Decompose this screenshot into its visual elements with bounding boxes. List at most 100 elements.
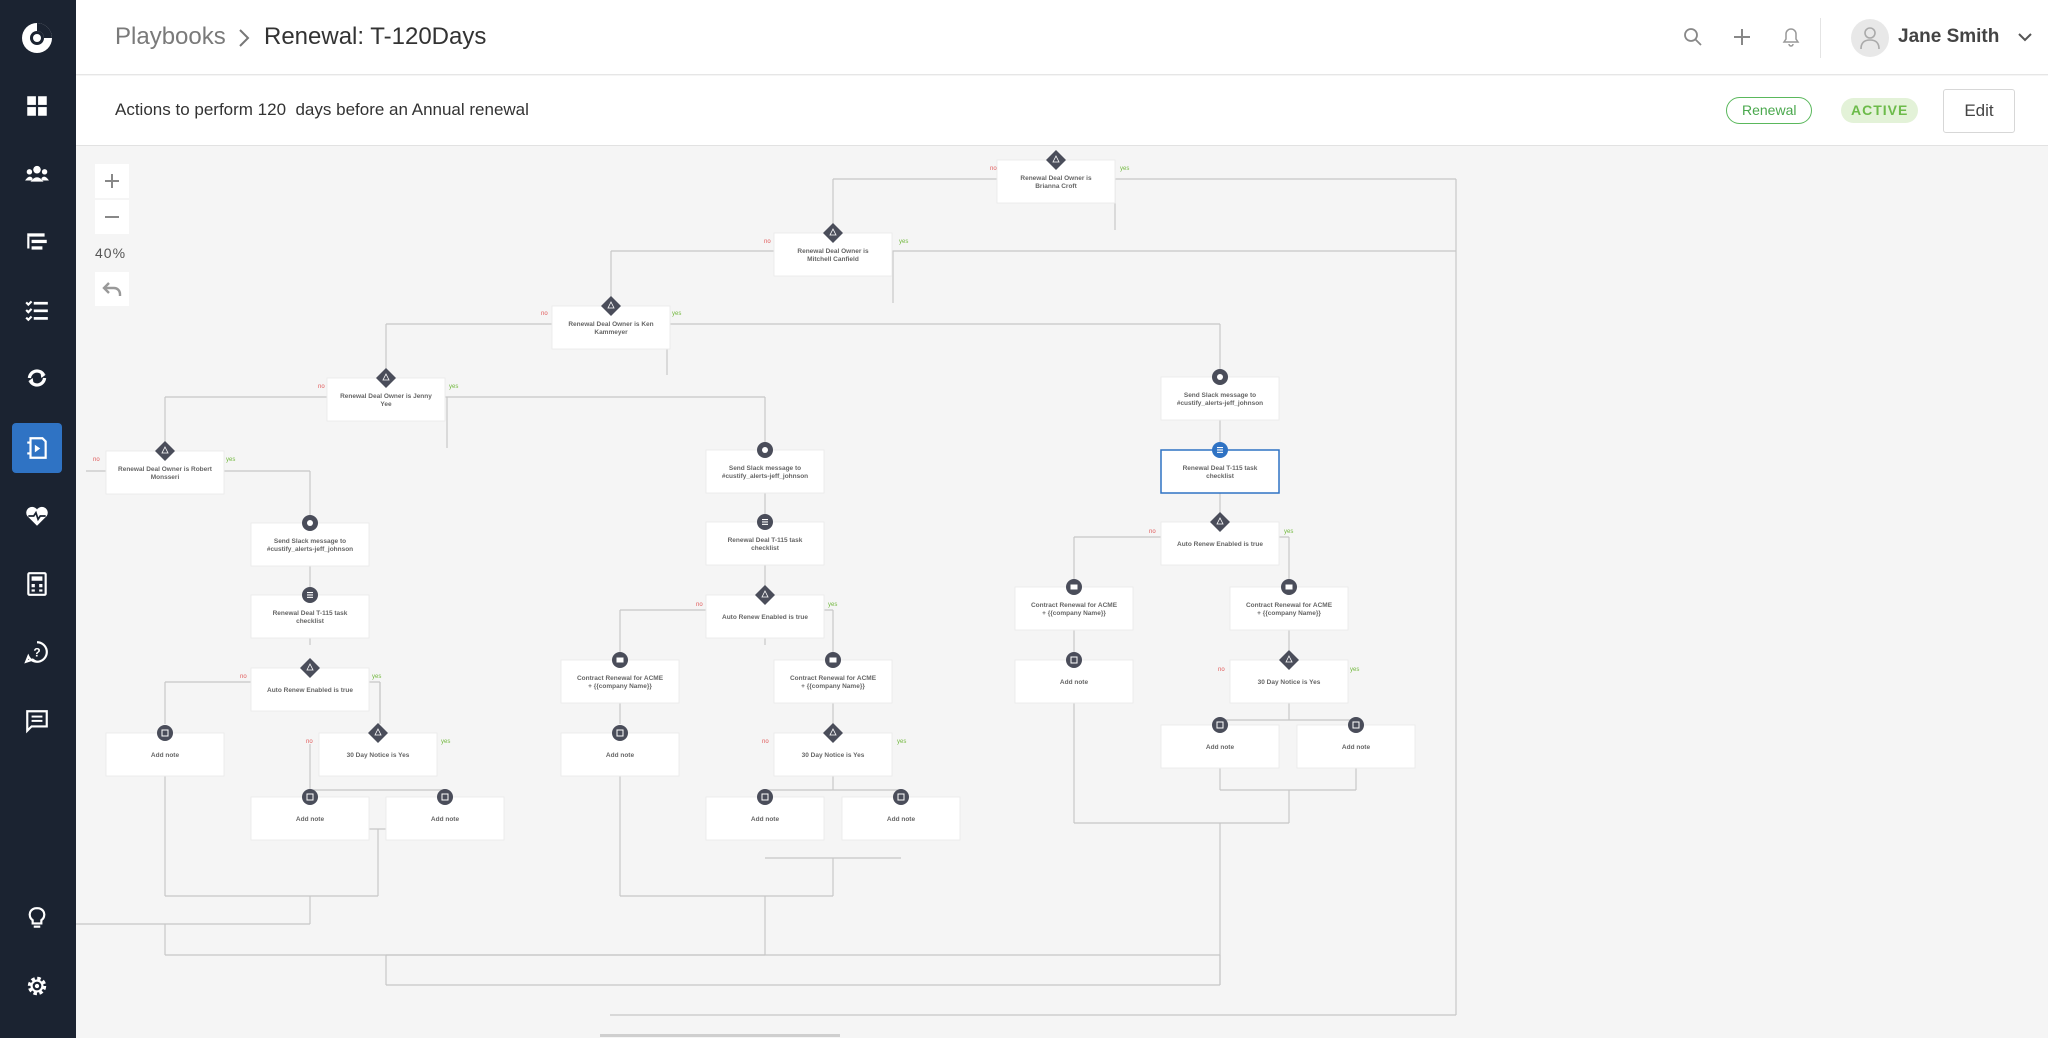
page-title: Renewal: T-120Days xyxy=(264,23,487,50)
sidebar-item-settings[interactable] xyxy=(12,961,62,1011)
flow-node[interactable]: Add note xyxy=(560,725,680,777)
notifications-button[interactable] xyxy=(1776,22,1806,52)
branch-no-label: no xyxy=(306,739,313,745)
zoom-out-button[interactable] xyxy=(95,200,129,234)
branch-no-label: no xyxy=(764,239,771,245)
undo-icon xyxy=(102,282,122,296)
flow-node[interactable]: Add note xyxy=(250,789,370,841)
reset-view-button[interactable] xyxy=(95,272,129,306)
node-label: Auto Renew Enabled is true xyxy=(1177,541,1263,548)
search-button[interactable] xyxy=(1678,22,1708,52)
flow-canvas[interactable]: Renewal Deal Owner is Brianna Croft Renewa… xyxy=(76,147,2048,1038)
plus-icon xyxy=(1734,29,1750,45)
note-icon xyxy=(757,789,773,805)
flow-node[interactable]: Add note xyxy=(705,789,825,841)
flow-node[interactable]: Send Slack message to#custify_alerts-jef… xyxy=(250,515,370,567)
sidebar-item-tips[interactable] xyxy=(12,893,62,943)
node-label: 30 Day Notice is Yes xyxy=(802,752,865,759)
node-label: Monsseri xyxy=(151,474,180,481)
sidebar-item-calculator[interactable] xyxy=(12,559,62,609)
sidebar-item-playbooks[interactable] xyxy=(12,423,62,473)
svg-text:?: ? xyxy=(33,645,40,659)
avatar[interactable] xyxy=(1851,19,1889,57)
note-icon xyxy=(1348,717,1364,733)
flow-node[interactable]: 30 Day Notice is Yes xyxy=(773,723,893,777)
node-label: #custify_alerts-jeff_johnson xyxy=(267,546,353,553)
flow-node[interactable]: Add note xyxy=(1160,717,1280,769)
node-label: 30 Day Notice is Yes xyxy=(1258,679,1321,686)
hash-glyph xyxy=(762,447,768,453)
flow-node[interactable]: Renewal Deal T-115 taskchecklist xyxy=(250,587,370,639)
chevron-down-icon[interactable] xyxy=(2016,28,2034,46)
flow-node[interactable]: Add note xyxy=(385,789,505,841)
node-label: checklist xyxy=(751,545,780,552)
node-label: Renewal Deal T-115 task xyxy=(273,610,348,617)
node-label: Renewal Deal Owner is Ken xyxy=(568,321,653,328)
sidebar-item-messages[interactable] xyxy=(12,696,62,746)
flow-node[interactable]: Add note xyxy=(1296,717,1416,769)
horizontal-scrollbar[interactable] xyxy=(600,1034,840,1037)
flow-node[interactable]: Contract Renewal for ACME+ {{company Nam… xyxy=(560,652,680,704)
note-icon xyxy=(1212,717,1228,733)
flow-node[interactable]: Auto Renew Enabled is true xyxy=(705,585,825,639)
flow-node[interactable]: Contract Renewal for ACME+ {{company Nam… xyxy=(1229,579,1349,631)
sidebar-item-people[interactable] xyxy=(12,149,62,199)
status-badge: ACTIVE xyxy=(1841,98,1919,123)
flow-node[interactable]: Contract Renewal for ACME+ {{company Nam… xyxy=(773,652,893,704)
node-label: Renewal Deal Owner is xyxy=(1020,175,1092,182)
branch-no-label: no xyxy=(762,739,769,745)
node-label: Add note xyxy=(751,816,780,823)
branch-yes-label: yes xyxy=(1120,166,1129,172)
flow-node[interactable]: Send Slack message to#custify_alerts-jef… xyxy=(705,442,825,494)
branch-no-label: no xyxy=(541,311,548,317)
envelope-glyph xyxy=(616,657,624,663)
flow-node[interactable]: Add note xyxy=(841,789,961,841)
flow-node[interactable]: Renewal Deal Owner isMitchell Canfield xyxy=(773,223,893,277)
node-label: 30 Day Notice is Yes xyxy=(347,752,410,759)
flow-node[interactable]: Renewal Deal Owner is KenKammeyer xyxy=(551,296,671,350)
plus-icon xyxy=(105,174,119,188)
flow-node[interactable]: Auto Renew Enabled is true xyxy=(1160,512,1280,566)
flow-node[interactable]: Renewal Deal Owner is RobertMonsseri xyxy=(105,441,225,495)
flow-node[interactable]: Contract Renewal for ACME+ {{company Nam… xyxy=(1014,579,1134,631)
sidebar-item-dashboard[interactable] xyxy=(12,81,62,131)
flow-node[interactable]: Renewal Deal Owner is JennyYee xyxy=(326,368,446,422)
flow-node[interactable]: Add note xyxy=(1014,652,1134,704)
playbook-description: Actions to perform 120 days before an An… xyxy=(115,100,529,119)
hash-glyph xyxy=(307,520,313,526)
sidebar-item-sync[interactable] xyxy=(12,353,62,403)
node-label: Auto Renew Enabled is true xyxy=(722,614,808,621)
add-button[interactable] xyxy=(1727,22,1757,52)
branch-yes-label: yes xyxy=(899,239,908,245)
calculator-icon xyxy=(27,572,47,596)
sidebar-item-tasks[interactable] xyxy=(12,285,62,335)
flow-node[interactable]: Renewal Deal T-115 taskchecklist xyxy=(705,514,825,566)
playbook-flow-diagram[interactable]: Renewal Deal Owner isBrianna CroftRenewa… xyxy=(76,147,2048,1038)
node-label: Renewal Deal Owner is Jenny xyxy=(340,393,432,400)
node-label: Brianna Croft xyxy=(1035,183,1077,190)
zoom-in-button[interactable] xyxy=(95,164,129,198)
branch-yes-label: yes xyxy=(441,739,450,745)
flow-node[interactable]: Send Slack message to#custify_alerts-jef… xyxy=(1160,369,1280,421)
node-label: checklist xyxy=(296,618,325,625)
flow-node[interactable]: Auto Renew Enabled is true xyxy=(250,658,370,712)
flow-node[interactable]: Renewal Deal Owner isBrianna Croft xyxy=(996,150,1116,204)
sidebar-item-health[interactable] xyxy=(12,491,62,541)
list-glyph xyxy=(762,521,768,523)
top-header: Playbooks Renewal: T-120Days Jane Smith xyxy=(76,0,2048,75)
flow-node[interactable]: 30 Day Notice is Yes xyxy=(1229,650,1349,704)
branch-yes-label: yes xyxy=(226,457,235,463)
breadcrumb-playbooks[interactable]: Playbooks xyxy=(115,23,226,51)
branch-yes-label: yes xyxy=(1284,529,1293,535)
flow-node[interactable]: 30 Day Notice is Yes xyxy=(318,723,438,777)
flow-node[interactable]: Add note xyxy=(105,725,225,777)
node-label: Add note xyxy=(1342,744,1371,751)
edit-button[interactable]: Edit xyxy=(1943,89,2015,133)
sidebar-item-help[interactable]: ? xyxy=(12,627,62,677)
custify-logo[interactable] xyxy=(18,19,56,57)
user-name[interactable]: Jane Smith xyxy=(1898,26,1999,48)
sidebar-item-hierarchy[interactable] xyxy=(12,217,62,267)
branch-no-label: no xyxy=(1149,529,1156,535)
flow-node[interactable]: Renewal Deal T-115 taskchecklist xyxy=(1160,442,1280,494)
list-glyph xyxy=(307,592,313,594)
